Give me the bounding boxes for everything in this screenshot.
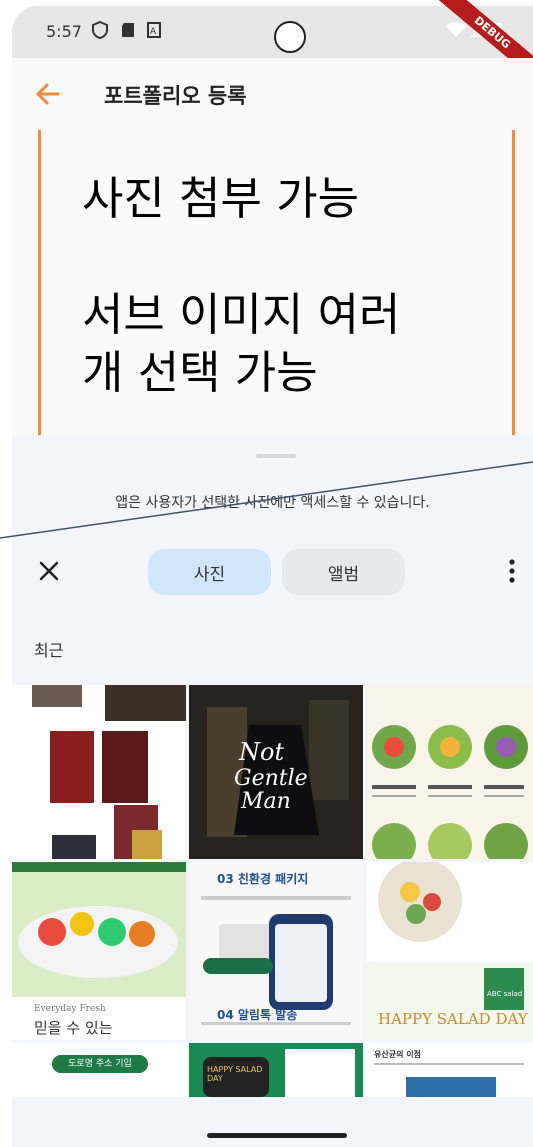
more-vert-icon [509, 559, 515, 583]
thumb-text-trust: 믿을 수 있는 [34, 1019, 113, 1037]
photo-thumbnail[interactable]: 03 친환경 패키지 04 알림톡 발송 [189, 862, 363, 1040]
status-time: 5:57 [46, 22, 82, 41]
more-options-button[interactable] [502, 556, 522, 586]
thumb-text-alimtalk: 04 알림톡 발송 [217, 1008, 298, 1022]
camera-cutout [274, 21, 306, 53]
section-label-recent: 최근 [34, 641, 64, 660]
shield-icon [90, 20, 110, 40]
thumb-text-happy: HAPPY SALAD DAY [378, 1010, 528, 1028]
close-icon [39, 561, 59, 581]
photo-thumbnail[interactable]: ABC salad HAPPY SALAD DAY [366, 862, 533, 1040]
thumb-text-not: Not [238, 738, 284, 766]
thumb-text-gentle: Gentle [234, 766, 308, 791]
thumb-text-man: Man [240, 789, 291, 814]
drag-handle[interactable] [256, 454, 296, 458]
photo-picker-sheet: 앱은 사용자가 선택한 사진에만 액세스할 수 있습니다. 사진 앨범 최근 N… [12, 435, 533, 1147]
thumb-text-brand: ABC salad [487, 990, 523, 998]
arrow-left-icon [36, 83, 60, 105]
page-title: 포트폴리오 등록 [104, 84, 247, 108]
back-button[interactable] [32, 78, 64, 110]
photo-thumbnail[interactable]: 도로명 주소 기입 [12, 1043, 186, 1097]
thumb-text-salad-day: HAPPY SALAD DAY [207, 1065, 263, 1083]
photo-thumbnail[interactable]: Everyday Fresh 믿을 수 있는 [12, 862, 186, 1040]
status-bar: 5:57 A DEBUG [12, 0, 533, 89]
photo-grid: Not Gentle Man Everyday Fresh 믿을 수 있는 03… [12, 685, 533, 1097]
thumb-text-address: 도로명 주소 기입 [52, 1055, 148, 1073]
accent-line-left [38, 130, 41, 435]
note-text: 사진 첨부 가능 서브 이미지 여러 개 선택 가능 [82, 172, 401, 399]
tab-albums[interactable]: 앨범 [282, 549, 405, 595]
wifi-icon [446, 20, 466, 40]
phone-screen: 5:57 A DEBUG 포트폴리오 등록 사진 첨부 가능 서브 이미지 여러… [0, 0, 533, 1147]
thumb-text-everyday: Everyday Fresh [34, 1004, 106, 1014]
photo-thumbnail[interactable]: 유산균의 이점 [366, 1043, 533, 1097]
accent-line-right [512, 130, 515, 435]
photo-thumbnail[interactable]: Not Gentle Man [189, 685, 363, 859]
sd-card-icon [118, 20, 138, 40]
photo-thumbnail[interactable] [12, 685, 186, 859]
close-button[interactable] [36, 558, 62, 584]
svg-text:A: A [150, 27, 157, 37]
gesture-bar[interactable] [207, 1133, 347, 1138]
access-notice: 앱은 사용자가 선택한 사진에만 액세스할 수 있습니다. [115, 495, 430, 511]
thumb-text-probiotic: 유산균의 이점 [374, 1050, 421, 1059]
tab-photos[interactable]: 사진 [148, 549, 271, 595]
photo-thumbnail[interactable]: HAPPY SALAD DAY [189, 1043, 363, 1097]
note-area: 사진 첨부 가능 서브 이미지 여러 개 선택 가능 [12, 130, 533, 435]
photo-thumbnail[interactable] [366, 685, 533, 859]
app-bar: 포트폴리오 등록 [12, 58, 533, 130]
a-notification-icon: A [144, 20, 164, 40]
